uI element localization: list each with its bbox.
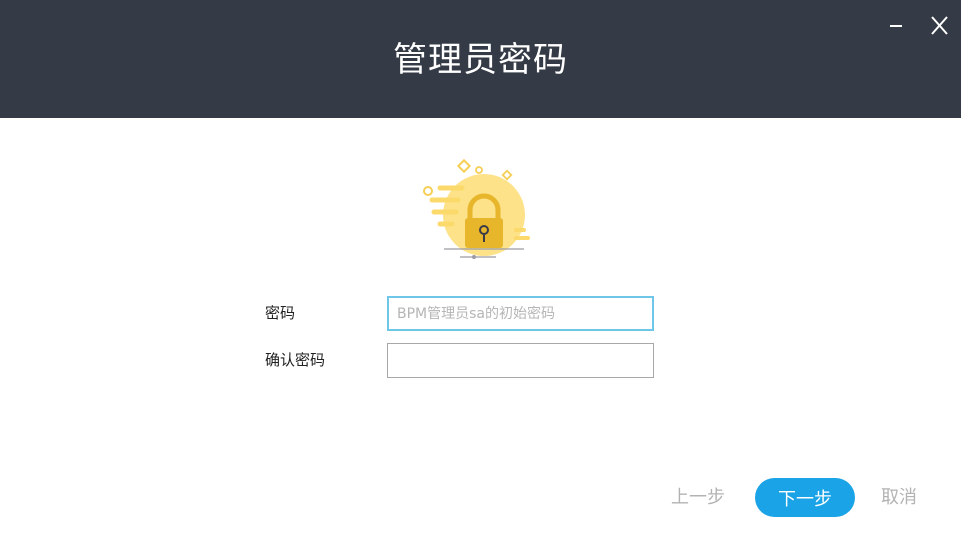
page-title: 管理员密码 [393, 40, 568, 80]
confirm-password-label: 确认密码 [265, 351, 326, 369]
minimize-button[interactable] [879, 8, 915, 44]
lock-illustration [412, 156, 548, 264]
minimize-icon [890, 25, 902, 27]
close-button[interactable] [921, 8, 957, 44]
cancel-button[interactable]: 取消 [881, 485, 917, 511]
padlock-icon [423, 158, 530, 259]
password-label: 密码 [265, 304, 296, 322]
confirm-password-input[interactable] [387, 343, 654, 378]
previous-step-button[interactable]: 上一步 [671, 485, 725, 511]
password-input[interactable] [387, 296, 654, 331]
close-icon [931, 16, 948, 35]
next-step-button[interactable]: 下一步 [755, 478, 855, 517]
title-bar: 管理员密码 [0, 0, 961, 118]
